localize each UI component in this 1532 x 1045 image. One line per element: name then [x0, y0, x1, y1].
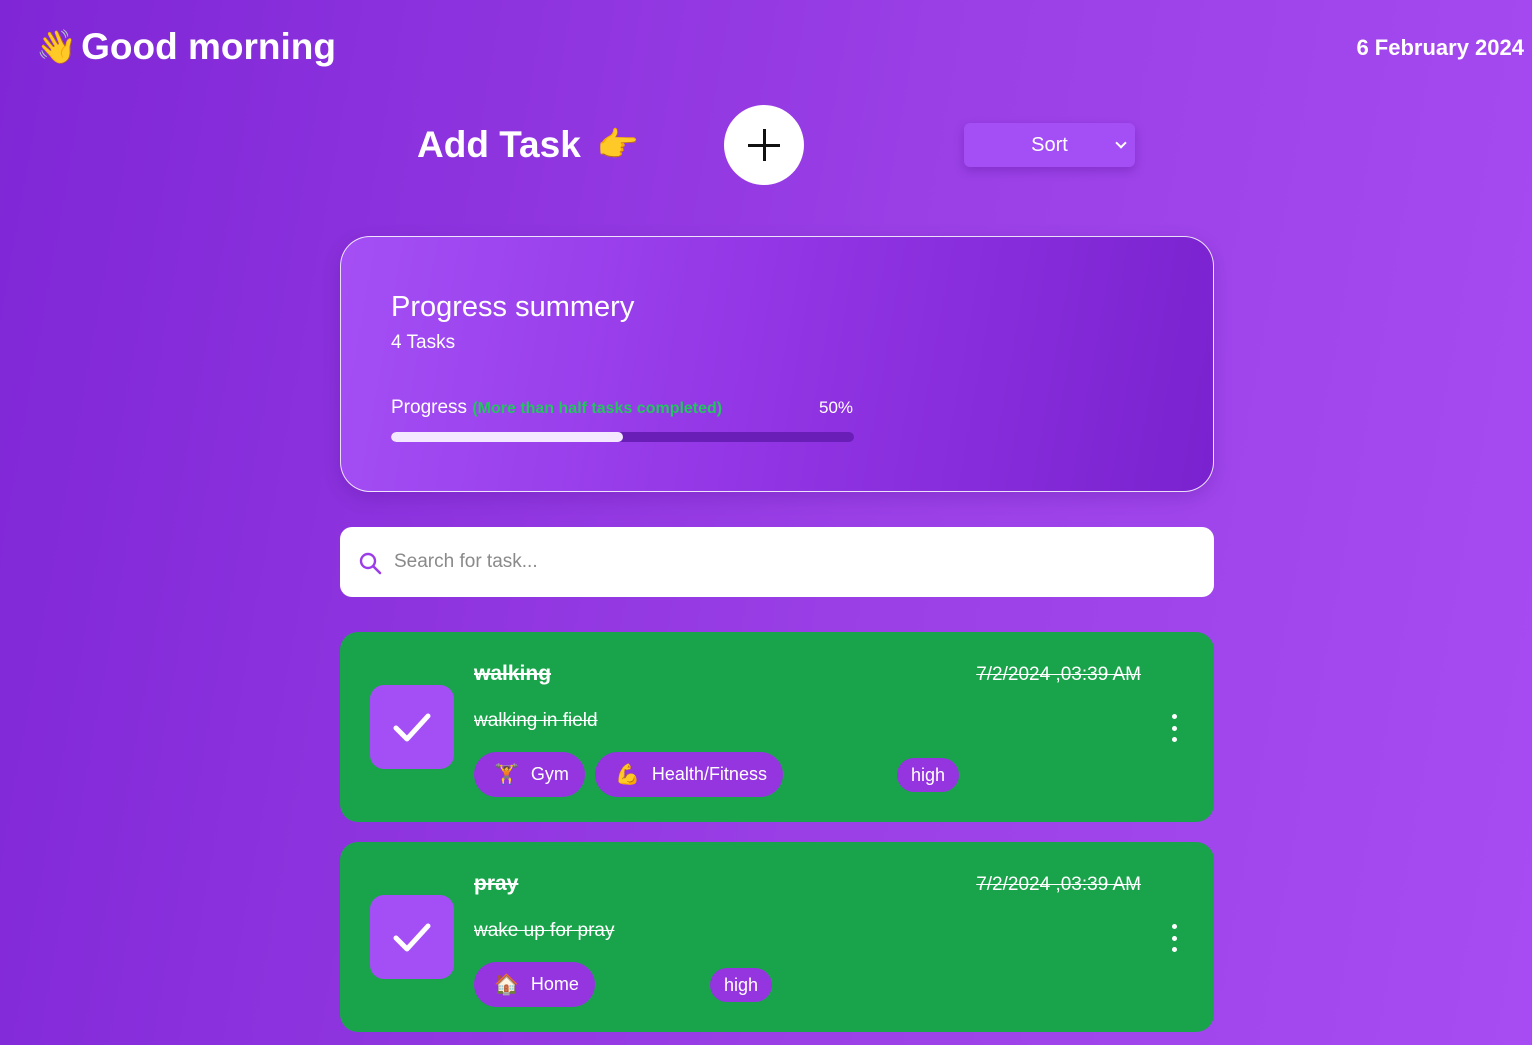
category-label: Home	[530, 974, 579, 994]
progress-summary-card: Progress summery 4 Tasks Progress (More …	[340, 236, 1214, 492]
category-chip[interactable]: 🏋️ Gym	[474, 752, 585, 797]
task-complete-toggle[interactable]	[370, 685, 454, 769]
sort-label: Sort	[1031, 133, 1068, 156]
task-time: 7/2/2024 ,03:39 AM	[976, 874, 1141, 895]
summary-title: Progress summery	[391, 291, 635, 323]
checkmark-icon	[393, 713, 431, 742]
priority-badge: high	[897, 758, 960, 792]
waving-hand-icon: 👋	[36, 27, 78, 65]
progress-label-row: Progress (More than half tasks completed…	[391, 397, 722, 419]
add-task-heading: Add Task 👉	[417, 124, 639, 166]
greeting-text: Good morning	[81, 26, 336, 67]
house-icon: 🏠	[494, 974, 519, 996]
task-description: walking in field	[474, 710, 598, 731]
add-task-button[interactable]	[724, 105, 804, 185]
sort-select[interactable]: Sort	[964, 123, 1135, 167]
progress-bar	[391, 432, 854, 442]
category-label: Gym	[530, 764, 569, 784]
weightlifter-icon: 🏋️	[494, 764, 519, 786]
current-date: 6 February 2024	[1356, 35, 1524, 60]
task-title: walking	[474, 662, 552, 685]
task-card[interactable]: walking 7/2/2024 ,03:39 AM walking in fi…	[340, 632, 1214, 822]
flexed-biceps-icon: 💪	[615, 764, 640, 786]
progress-note: (More than half tasks completed)	[472, 400, 723, 417]
progress-percent: 50%	[819, 398, 854, 417]
more-options-icon[interactable]	[1169, 924, 1179, 952]
task-description: wake up for pray	[474, 920, 615, 941]
task-count: 4 Tasks	[391, 332, 456, 353]
more-options-icon[interactable]	[1169, 714, 1179, 742]
category-label: Health/Fitness	[651, 764, 767, 784]
task-title: pray	[474, 872, 519, 895]
priority-badge: high	[710, 968, 773, 1002]
search-icon	[359, 552, 382, 575]
pointing-hand-icon: 👉	[596, 126, 640, 164]
task-complete-toggle[interactable]	[370, 895, 454, 979]
progress-label: Progress	[391, 397, 468, 418]
progress-bar-fill	[391, 432, 623, 442]
add-task-text: Add Task	[417, 124, 581, 165]
category-chip[interactable]: 💪 Health/Fitness	[595, 752, 783, 797]
chevron-down-icon	[1115, 137, 1127, 149]
greeting: 👋 Good morning	[36, 26, 336, 68]
search-bar	[340, 527, 1214, 597]
task-card[interactable]: pray 7/2/2024 ,03:39 AM wake up for pray…	[340, 842, 1214, 1032]
task-time: 7/2/2024 ,03:39 AM	[976, 664, 1141, 685]
search-input[interactable]	[394, 545, 1174, 579]
category-chip[interactable]: 🏠 Home	[474, 962, 595, 1007]
checkmark-icon	[393, 923, 431, 952]
plus-icon-vertical	[762, 129, 766, 161]
